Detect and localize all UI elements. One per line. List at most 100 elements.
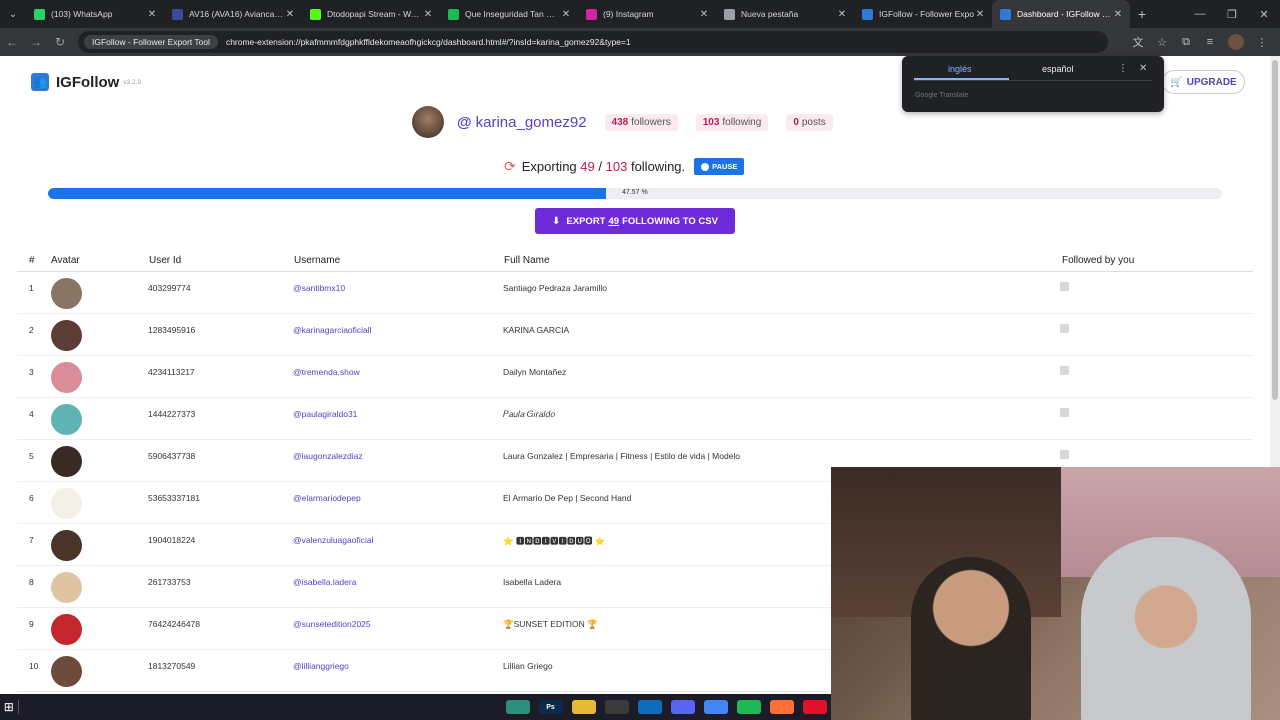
browser-tab[interactable]: Dtodopapi Stream - Watc ✕ [302,0,440,28]
tab-close-icon[interactable]: ✕ [1112,9,1124,20]
pause-button[interactable]: PAUSE [694,158,745,175]
row-username-link[interactable]: @isabella.ladera [293,577,356,587]
row-username-link[interactable]: @santibmx10 [293,283,345,293]
tab-close-icon[interactable]: ✕ [836,9,848,20]
col-index: # [29,255,35,266]
upgrade-button[interactable]: 🛒 UPGRADE [1162,70,1245,94]
taskbar-search[interactable] [17,700,31,714]
row-full-name: Santiago Pedraza Jaramillo [503,283,607,293]
row-username-link[interactable]: @tremenda.show [293,367,360,377]
app-a-icon[interactable] [505,700,530,714]
tab-favicon-icon [172,8,183,20]
discord-icon[interactable] [670,700,695,714]
row-user-id: 5906437738 [148,451,196,461]
file-explorer-icon[interactable] [571,700,596,714]
site-chip[interactable]: IGFollow - Follower Export Tool [84,35,218,49]
reading-list-icon[interactable]: ≡ [1198,36,1222,48]
tab-close-icon[interactable]: ✕ [284,9,296,20]
tab-favicon-icon [862,8,873,20]
new-tab-button[interactable]: + [1130,6,1154,22]
chrome-icon[interactable] [703,700,728,714]
browser-menu-icon[interactable]: ⋮ [1250,36,1274,49]
row-username-link[interactable]: @sunsetedition2025 [293,619,371,629]
profile-avatar-icon[interactable] [1228,34,1244,50]
row-user-id: 261733753 [148,577,191,587]
row-username-link[interactable]: @paulagiraldo31 [293,409,357,419]
tab-search-icon[interactable]: ⌄ [0,0,26,28]
translate-icon[interactable]: 文 [1126,34,1150,50]
tab-favicon-icon [448,8,459,20]
row-index: 9 [29,619,34,629]
forward-icon[interactable]: → [24,35,48,49]
profile-handle[interactable]: @ karina_gomez92 [457,114,587,131]
row-avatar [51,446,82,477]
tab-title: (103) WhatsApp [51,9,113,19]
browser-tab[interactable]: Nueva pestaña ✕ [716,0,854,28]
export-csv-button[interactable]: ⬇ EXPORT 49 FOLLOWING TO CSV [535,208,735,234]
app-version: v3.2.9 [123,78,142,86]
at-icon: @ [457,113,472,131]
reload-icon[interactable]: ↻ [48,35,72,49]
browser-tab[interactable]: (103) WhatsApp ✕ [26,0,164,28]
row-user-id: 53653337181 [148,493,201,503]
followed-by-you-check-icon [1060,324,1069,333]
url-text[interactable]: chrome-extension://pkafmmmfdgphkffldekom… [226,37,631,47]
translate-source-lang[interactable]: inglés [948,64,972,74]
row-username-link[interactable]: @valenzuluagaoficial [293,535,373,545]
export-progress-bar: 47.57 % [48,188,1222,199]
tab-favicon-icon [724,8,735,20]
photoshop-icon[interactable]: Ps [538,700,563,714]
tab-close-icon[interactable]: ✕ [422,9,434,20]
followed-by-you-check-icon [1060,366,1069,375]
app-brand[interactable]: 👥 IGFollow v3.2.9 [31,73,141,91]
tab-close-icon[interactable]: ✕ [560,9,572,20]
minimize-icon[interactable]: — [1184,8,1216,21]
browser-tab[interactable]: Que Inseguridad Tan Hp - ✕ [440,0,578,28]
browser-toolbar: ← → ↻ IGFollow - Follower Export Tool ch… [0,28,1280,56]
row-avatar [51,278,82,309]
row-username-link[interactable]: @laugonzalezdiaz [293,451,363,461]
translate-menu-icon[interactable]: ⋮ [1118,63,1128,74]
scrollbar-thumb[interactable] [1272,60,1278,400]
tab-close-icon[interactable]: ✕ [146,9,158,20]
row-username-link[interactable]: @lillianggriego [293,661,349,671]
maximize-icon[interactable]: ❐ [1216,8,1248,21]
browser-tab[interactable]: IGFollow - Follower Expo ✕ [854,0,992,28]
calendar-icon[interactable] [604,700,629,714]
tab-close-icon[interactable]: ✕ [698,9,710,20]
tab-close-icon[interactable]: ✕ [974,9,986,20]
browser-tab[interactable]: AV16 (AVA16) Avianca Hi ✕ [164,0,302,28]
back-icon[interactable]: ← [0,35,24,49]
extensions-icon[interactable]: ⧉ [1174,36,1198,49]
spotify-icon[interactable] [736,700,761,714]
row-username-link[interactable]: @elarmariodepep [293,493,361,503]
translate-footer: Google Translate [915,92,969,99]
outlook-icon[interactable] [637,700,662,714]
translate-close-icon[interactable]: ✕ [1139,63,1147,74]
export-total-count: 103 [605,159,628,174]
browser-tab[interactable]: (9) Instagram ✕ [578,0,716,28]
table-row: 4 1444227373 @paulagiraldo31 𝑃𝑎𝑢𝑙𝑎 𝐺𝑖𝑟𝑎𝑙𝑑𝑜 [17,398,1253,440]
row-full-name: Dailyn Montañez [503,367,567,377]
close-window-icon[interactable]: ✕ [1248,8,1280,21]
bookmark-star-icon[interactable]: ☆ [1150,36,1174,49]
row-avatar [51,572,82,603]
brand-name: IGFollow [56,73,120,91]
row-index: 5 [29,451,34,461]
row-index: 8 [29,577,34,587]
webcam-overlay [831,467,1280,720]
browser-tab[interactable]: Dashboard - IGFollow - C ✕ [992,0,1130,28]
row-user-id: 1813270549 [148,661,196,671]
opera-icon[interactable] [802,700,827,714]
row-full-name: Laura Gonzalez | Empresaria | Fitness | … [503,451,741,461]
windows-start-icon[interactable]: ⊞ [0,700,18,714]
firefox-icon[interactable] [769,700,794,714]
row-avatar [51,530,82,561]
row-username-link[interactable]: @karinagarciaoficiall [293,325,372,335]
row-index: 2 [29,325,34,335]
export-status: ⟳ Exporting 49 / 103 following. PAUSE [504,158,745,175]
translate-target-lang[interactable]: español [1042,64,1074,74]
row-full-name: ⭐ 🅸🅽🅳🅸🆅🅸🅳🆄🅾 ⭐ [503,536,606,546]
row-full-name: 🏆SUNSET EDITION 🏆 [503,619,598,629]
address-bar[interactable]: IGFollow - Follower Export Tool chrome-e… [78,31,1108,53]
